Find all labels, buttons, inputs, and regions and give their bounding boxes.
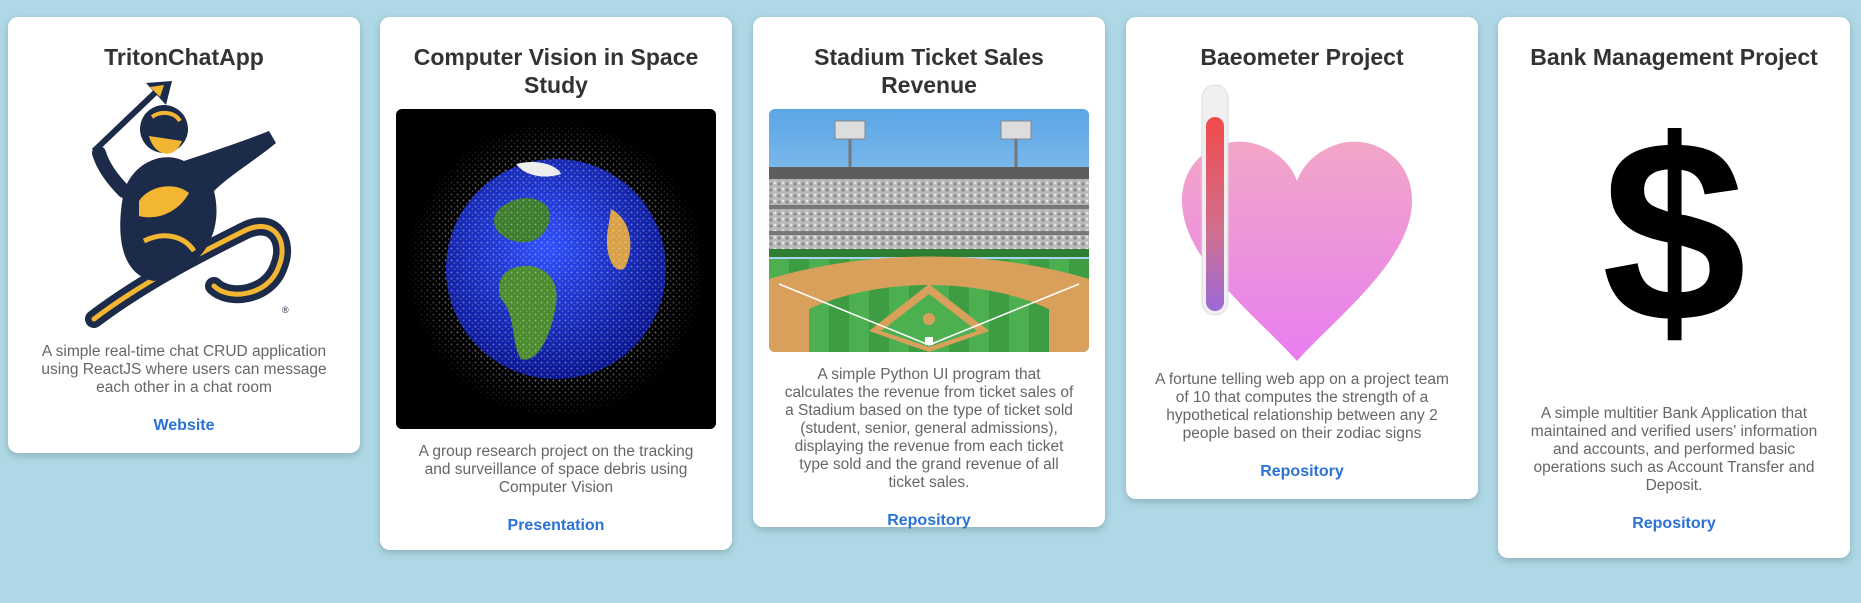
card-title: Bank Management Project: [1530, 44, 1818, 70]
card-description: A group research project on the tracking…: [418, 443, 694, 496]
card-title: Computer Vision in Space Study: [413, 44, 699, 98]
repository-link[interactable]: Repository: [887, 512, 971, 530]
earth-space-debris-icon: [396, 109, 716, 429]
card-title: Baeometer Project: [1200, 44, 1404, 70]
card-description: A simple Python UI program that calculat…: [784, 366, 1074, 491]
project-card-computer-vision: Computer Vision in Space Study A group r…: [380, 17, 732, 550]
project-card-bank-management: Bank Management Project $ A simple multi…: [1498, 17, 1850, 558]
card-description: A simple multitier Bank Application that…: [1530, 405, 1818, 494]
heart-thermometer-icon: [1182, 84, 1412, 361]
repository-link[interactable]: Repository: [1632, 515, 1716, 533]
card-title: Stadium Ticket Sales Revenue: [814, 44, 1044, 98]
svg-text:®: ®: [282, 305, 289, 315]
card-title: TritonChatApp: [104, 44, 264, 70]
triton-mascot-icon: ®: [85, 81, 292, 328]
project-card-stadium-ticket: Stadium Ticket Sales Revenue A simple Py…: [753, 17, 1105, 530]
svg-text:$: $: [1602, 87, 1747, 377]
repository-link[interactable]: Repository: [1260, 463, 1344, 481]
website-link[interactable]: Website: [153, 417, 214, 435]
card-description: A simple real-time chat CRUD application…: [41, 343, 327, 396]
baseball-stadium-icon: [769, 109, 1089, 352]
presentation-link[interactable]: Presentation: [508, 517, 605, 535]
project-card-tritonchatapp: TritonChatApp ® A simple real-time chat …: [8, 17, 360, 453]
project-card-baeometer: Baeometer Project A fortune telling web …: [1126, 17, 1478, 499]
card-description: A fortune telling web app on a project t…: [1155, 371, 1449, 442]
dollar-sign-icon: $: [1602, 87, 1747, 377]
